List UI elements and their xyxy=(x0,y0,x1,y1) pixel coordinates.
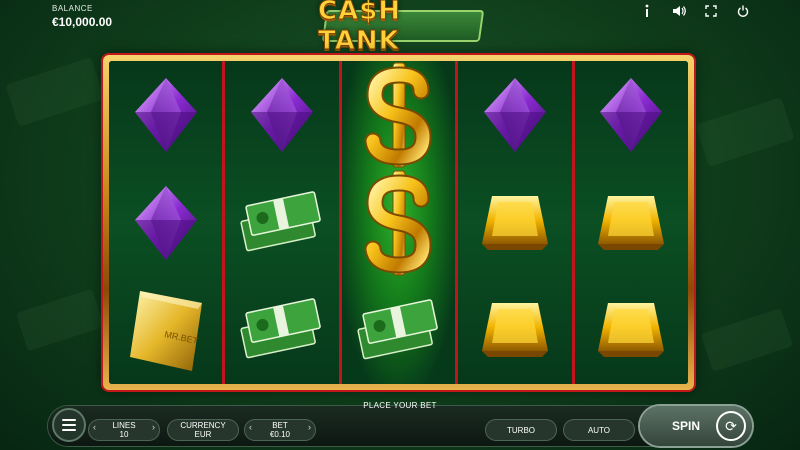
background-banknote xyxy=(700,308,794,372)
currency-selector[interactable]: CURRENCY EUR xyxy=(167,419,239,441)
balance-value: €10,000.00 xyxy=(52,15,113,29)
gold-bar-symbol: MR.BET xyxy=(129,291,202,372)
purple-gem-symbol xyxy=(600,77,663,152)
gold-gem-symbol xyxy=(481,303,548,358)
symbol-cell xyxy=(225,169,338,277)
purple-gem-symbol xyxy=(134,77,197,152)
chevron-right-icon[interactable]: › xyxy=(152,423,155,432)
logo-text: CA$H TANK xyxy=(318,0,402,57)
reel-1: MR.BET xyxy=(109,61,223,384)
gold-gem-symbol xyxy=(481,195,548,250)
game-logo: CA$H TANK xyxy=(318,0,488,57)
symbol-cell xyxy=(458,169,571,277)
background-banknote xyxy=(5,57,105,127)
lines-label: LINES xyxy=(112,421,136,430)
background-banknote xyxy=(15,288,105,352)
spin-button[interactable]: SPIN ⟳ xyxy=(640,406,752,446)
hamburger-icon-line xyxy=(62,429,76,431)
reels-frame: MR.BET xyxy=(103,55,694,390)
hamburger-icon-line xyxy=(62,424,76,426)
reel-5 xyxy=(571,61,688,384)
cash-stack-symbol xyxy=(240,190,321,251)
symbol-cell xyxy=(225,276,338,384)
symbol-cell xyxy=(575,276,688,384)
lines-selector[interactable]: ‹ LINES 10 › xyxy=(88,419,160,441)
symbol-cell xyxy=(225,61,338,169)
purple-gem-symbol xyxy=(251,77,314,152)
reel-2 xyxy=(222,61,339,384)
gold-gem-symbol xyxy=(598,195,665,250)
fullscreen-icon[interactable] xyxy=(704,4,718,18)
auto-button[interactable]: AUTO xyxy=(563,419,635,441)
dollar-symbol xyxy=(364,170,432,276)
currency-label: CURRENCY xyxy=(180,421,226,430)
chevron-right-icon[interactable]: › xyxy=(308,423,311,432)
reels-area: MR.BET xyxy=(109,61,688,384)
turbo-button[interactable]: TURBO xyxy=(485,419,557,441)
cash-stack-symbol xyxy=(356,298,438,359)
bet-selector[interactable]: ‹ BET €0.10 › xyxy=(244,419,316,441)
hamburger-icon-line xyxy=(62,419,76,421)
currency-value: EUR xyxy=(194,430,212,439)
cash-stack-symbol xyxy=(240,298,321,359)
chevron-left-icon[interactable]: ‹ xyxy=(93,423,96,432)
balance-display: BALANCE €10,000.00 xyxy=(52,4,112,29)
bet-value: €0.10 xyxy=(269,430,291,439)
gold-gem-symbol xyxy=(598,303,665,358)
spin-refresh-icon: ⟳ xyxy=(716,411,746,441)
power-icon[interactable] xyxy=(736,4,750,18)
info-icon[interactable] xyxy=(640,4,654,18)
symbol-cell xyxy=(575,169,688,277)
auto-label: AUTO xyxy=(587,425,611,435)
symbol-cell xyxy=(575,61,688,169)
menu-button[interactable] xyxy=(52,408,86,442)
hud-icons xyxy=(640,4,750,18)
reel-3 xyxy=(338,61,456,384)
symbol-cell: MR.BET xyxy=(109,276,222,384)
symbol-cell xyxy=(109,169,222,277)
balance-label: BALANCE xyxy=(52,4,93,13)
reel-4 xyxy=(455,61,572,384)
purple-gem-symbol xyxy=(483,77,546,152)
turbo-label: TURBO xyxy=(507,425,535,435)
lines-value: 10 xyxy=(119,430,129,439)
symbol-cell xyxy=(458,61,571,169)
symbol-cell xyxy=(342,61,455,169)
symbol-cell xyxy=(342,277,455,384)
bet-label: BET xyxy=(272,421,288,430)
symbol-cell xyxy=(109,61,222,169)
dollar-symbol xyxy=(364,62,432,168)
sound-icon[interactable] xyxy=(672,4,686,18)
purple-gem-symbol xyxy=(134,185,197,260)
background-banknote xyxy=(695,97,795,167)
chevron-left-icon[interactable]: ‹ xyxy=(249,423,252,432)
spin-label: SPIN xyxy=(672,419,701,433)
symbol-cell xyxy=(342,169,455,277)
symbol-cell xyxy=(458,276,571,384)
